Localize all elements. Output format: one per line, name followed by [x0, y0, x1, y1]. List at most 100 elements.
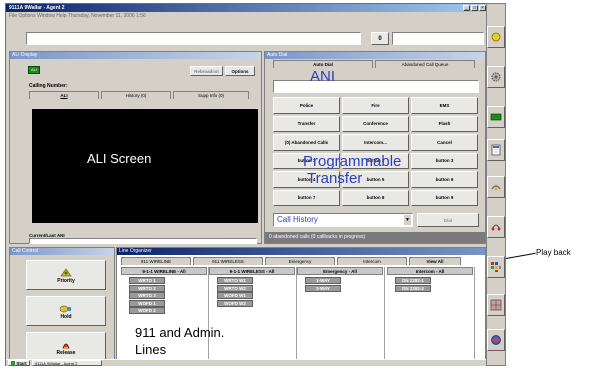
counter-button[interactable]: 0	[371, 32, 389, 45]
call-control-title: Call Control	[10, 248, 114, 255]
release-button[interactable]: Release	[26, 332, 106, 362]
priority-icon	[60, 267, 72, 276]
top-right-field[interactable]	[392, 32, 484, 45]
ali-display-panel: ALI Display ALI Rebroadcst Options Calli…	[9, 51, 262, 244]
maximize-button[interactable]: □	[471, 5, 478, 11]
fire-button[interactable]: Fire	[342, 97, 409, 114]
trunk-line-button[interactable]: WRTO 1	[129, 277, 165, 284]
column-divider	[296, 267, 297, 359]
playback-button[interactable]	[487, 256, 505, 278]
cancel-button[interactable]: Cancel	[411, 134, 478, 151]
sidebar-button-5[interactable]	[487, 176, 505, 198]
call-control-panel: Call Control Priority Hold Release	[9, 247, 115, 363]
minimize-button[interactable]: _	[463, 5, 470, 11]
line-column-header: 9-1-1 WIRELINE - All	[121, 267, 207, 275]
line-tab-1[interactable]: 911 WIRELESS	[193, 257, 263, 265]
sidebar-button-1[interactable]	[487, 26, 505, 48]
button-8-button[interactable]: button 8	[342, 189, 409, 206]
calling-number-label: Calling Number:	[29, 83, 68, 89]
tab-auto-dial[interactable]: Auto Dial	[273, 60, 373, 68]
line-column-header: Intercom - All	[387, 267, 473, 275]
sidebar-button-3[interactable]	[487, 106, 505, 128]
sidebar-button-2[interactable]	[487, 66, 505, 88]
ani-field[interactable]	[273, 80, 479, 93]
playback-pointer-line	[505, 252, 536, 259]
flash-button[interactable]: Flash	[411, 115, 478, 132]
options-button[interactable]: Options	[225, 66, 255, 76]
trunk-line-button[interactable]: WOFD W1	[217, 292, 253, 299]
transfer-button[interactable]: Transfer	[273, 115, 340, 132]
trunk-line-button[interactable]: WRTO 3	[129, 292, 165, 299]
call-history-value: Call History	[277, 215, 318, 224]
sidebar-button-8[interactable]	[487, 294, 505, 316]
tab-history[interactable]: History (0)	[101, 91, 171, 99]
taskbar-window-label: 9111A 9Wallar - Agent 2	[35, 360, 78, 366]
auto-dial-title: Auto Dial	[265, 52, 485, 59]
trunk-line-button[interactable]: 1-WAY	[305, 277, 341, 284]
abandoned-status-bar: 0 abandoned calls (0 callbacks in progre…	[265, 232, 485, 243]
trunk-line-button[interactable]: DN 2282-1	[395, 277, 431, 284]
line-tab-4[interactable]: View All	[409, 257, 461, 265]
ali-screen-label: ALI Screen	[87, 151, 152, 166]
start-label: Start	[16, 360, 27, 366]
dial-button[interactable]: Dial	[417, 213, 479, 227]
start-button[interactable]: Start	[8, 360, 30, 366]
headset-icon	[491, 224, 501, 231]
ali-status-badge: ALI	[28, 66, 40, 74]
trunk-line-button[interactable]: WRTO W2	[217, 284, 253, 292]
playback-icon	[491, 262, 501, 272]
sidebar-button-6[interactable]	[487, 216, 505, 238]
window-titlebar: 9111A 9Wallar - Agent 2	[6, 4, 487, 12]
call-history-select[interactable]: Call History ▼	[273, 213, 413, 227]
line-tab-2[interactable]: Emergency	[265, 257, 335, 265]
menu-text[interactable]: File Options Window Help Thursday, Novem…	[9, 13, 146, 19]
line-tab-0[interactable]: 911 WIRELINE	[121, 257, 191, 265]
ems-button[interactable]: EMS	[411, 97, 478, 114]
line-tab-3[interactable]: Intercom	[337, 257, 407, 265]
right-sidebar	[486, 3, 506, 366]
counter-value: 0	[378, 35, 382, 42]
rebid-button[interactable]: Rebroadcst	[190, 66, 223, 76]
hold-label: Hold	[60, 313, 72, 320]
calculator-icon	[491, 144, 501, 156]
top-input-field[interactable]	[26, 32, 361, 45]
conference-button[interactable]: Conference	[342, 115, 409, 132]
button-9-button[interactable]: button 9	[411, 189, 478, 206]
trunk-line-button[interactable]: WRTO 2	[129, 284, 165, 292]
trunk-line-button[interactable]: DN 2282-2	[395, 284, 431, 292]
tab-abandoned-queue[interactable]: Abandoned Call Queue	[375, 60, 475, 68]
trunk-line-button[interactable]: WOFD W2	[217, 299, 253, 307]
button-7-button[interactable]: button 7	[273, 189, 340, 206]
priority-button[interactable]: Priority	[26, 260, 106, 290]
trunk-line-button[interactable]: WRTO W1	[217, 277, 253, 284]
abandoned-calls-button[interactable]: (0) Abandoned Calls	[273, 134, 340, 151]
button-6-button[interactable]: button 6	[411, 171, 478, 188]
column-divider	[208, 267, 209, 359]
button-3-button[interactable]: button 3	[411, 152, 478, 169]
hold-button[interactable]: Hold	[26, 296, 106, 326]
release-label: Release	[56, 349, 76, 356]
priority-label: Priority	[57, 277, 75, 284]
taskbar-window-button[interactable]: 9111A 9Wallar - Agent 2	[32, 360, 102, 366]
grid-icon	[490, 299, 502, 311]
police-button[interactable]: Police	[273, 97, 340, 114]
line-column-header: 9-1-1 WIRELESS - All	[209, 267, 295, 275]
trunk-line-button[interactable]: WOFD 1	[129, 299, 165, 307]
column-divider	[384, 267, 385, 359]
trunk-line-button[interactable]: 2-WAY	[305, 284, 341, 292]
sidebar-button-9[interactable]	[487, 329, 505, 351]
window-title: 9111A 9Wallar - Agent 2	[9, 5, 65, 11]
tab-ali[interactable]: ALI	[29, 91, 99, 99]
chevron-down-icon[interactable]: ▼	[404, 215, 411, 225]
current-ani-field[interactable]	[29, 238, 257, 244]
menu-bar[interactable]: File Options Window Help Thursday, Novem…	[6, 12, 487, 20]
hold-icon	[59, 305, 71, 312]
lines-overlay-label-2: Lines	[135, 342, 167, 357]
intercom-button[interactable]: Intercom...	[342, 134, 409, 151]
close-button[interactable]: ×	[479, 5, 486, 11]
trunk-line-button[interactable]: WOFD 2	[129, 307, 165, 314]
sidebar-button-4[interactable]	[487, 139, 505, 161]
column-divider	[474, 267, 475, 359]
tab-supp-info[interactable]: Supp Info (0)	[173, 91, 249, 99]
ali-screen: ALI Screen	[32, 109, 258, 223]
